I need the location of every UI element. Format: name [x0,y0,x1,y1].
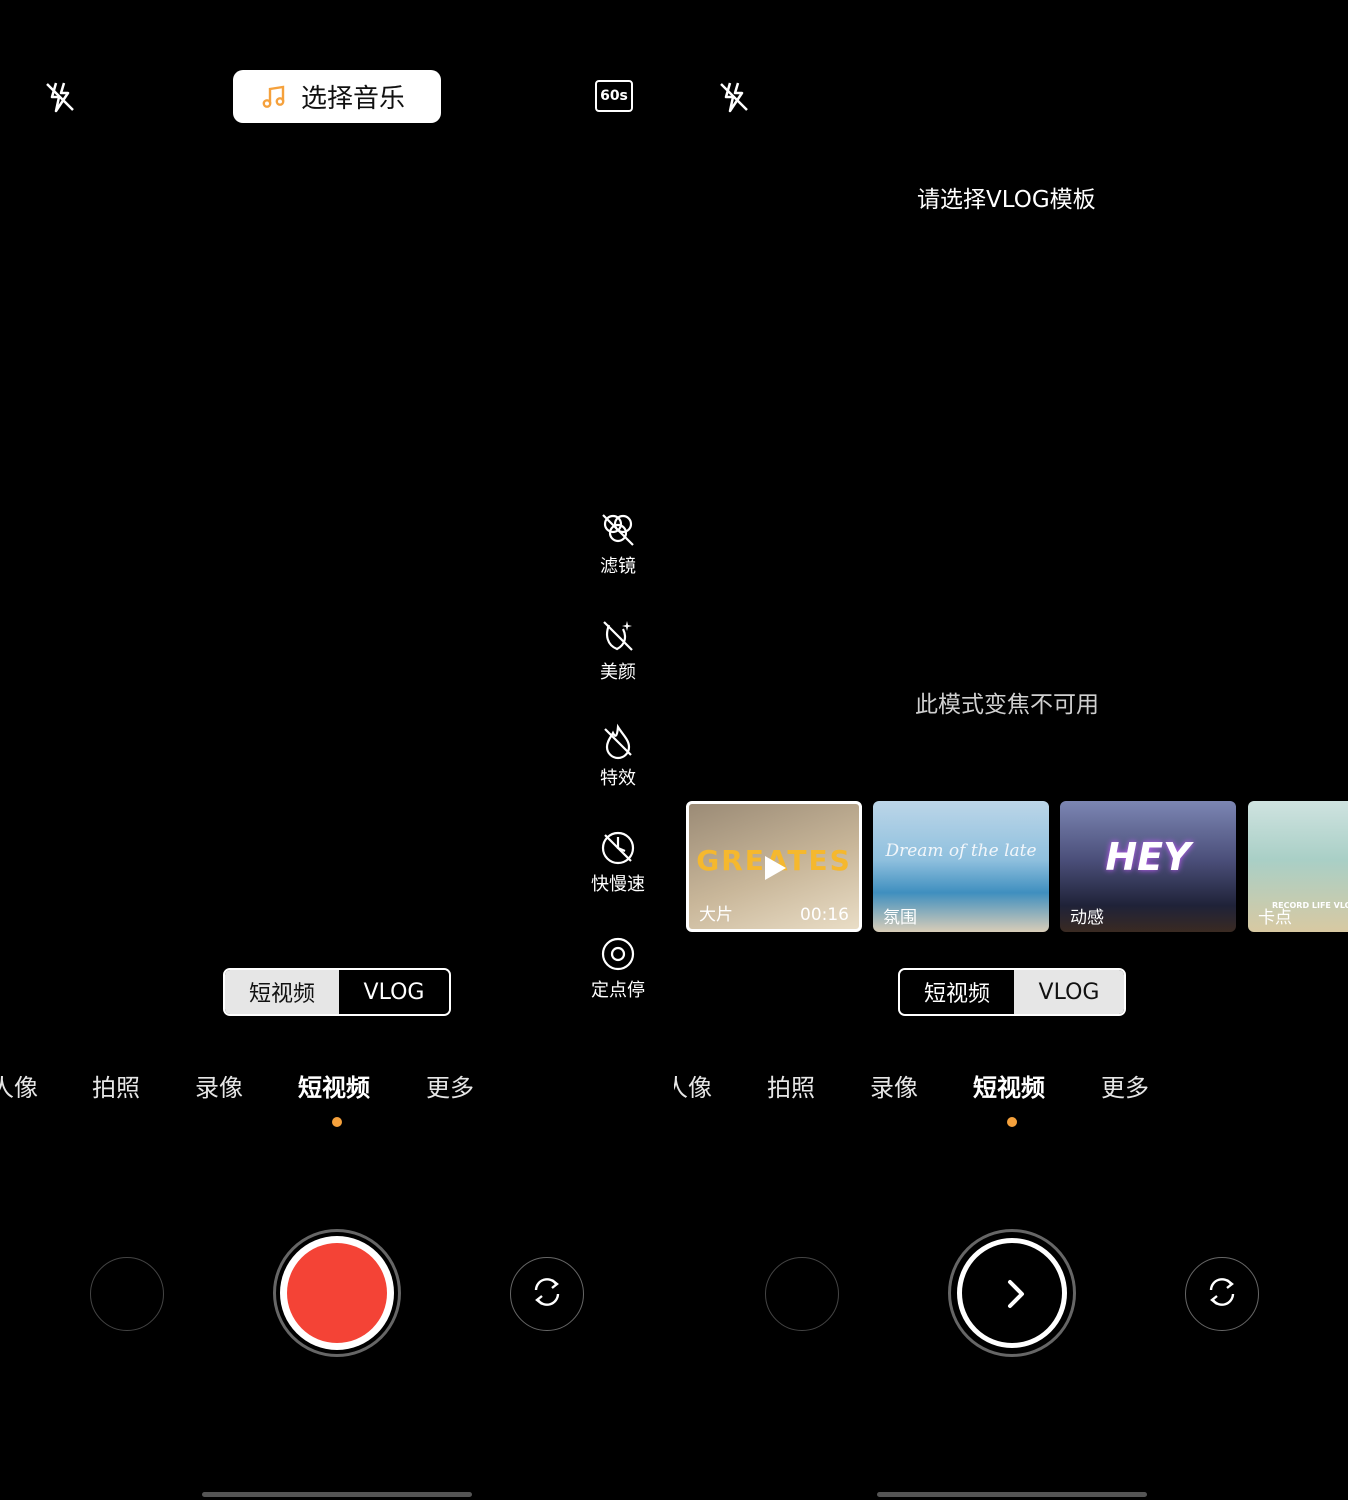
template-title: HEY [1105,835,1191,879]
switch-camera-button[interactable] [510,1257,584,1331]
play-icon [762,854,788,886]
switch-camera-icon [528,1273,566,1315]
mode-photo[interactable]: 拍照 [767,1068,815,1103]
music-note-icon [261,84,287,110]
stop-point-label: 定点停 [591,980,645,1001]
next-button[interactable] [948,1229,1076,1357]
short-video-camera-screen: 选择音乐 60s 滤镜 美颜 特效 快慢速 定点停 短视频 VLOG 人像 拍照… [0,0,674,1500]
template-prompt: 请选择VLOG模板 [917,187,1096,213]
home-indicator [877,1492,1147,1497]
home-indicator [202,1492,472,1497]
mode-more[interactable]: 更多 [1101,1068,1149,1103]
video-type-switch: 短视频 VLOG [898,968,1126,1016]
speed-icon [582,828,654,868]
flash-off-icon[interactable] [709,72,759,122]
mode-portrait[interactable]: 人像 [0,1068,38,1103]
video-type-switch: 短视频 VLOG [223,968,451,1016]
mode-photo[interactable]: 拍照 [92,1068,140,1103]
gallery-thumbnail[interactable] [765,1257,839,1331]
stop-point-button[interactable]: 定点停 [582,934,654,1002]
template-card-dapian[interactable]: GREATES 大片 00:16 [686,801,862,932]
camera-mode-bar: 人像 拍照 录像 短视频 更多 [674,1068,1348,1108]
mode-portrait[interactable]: 人像 [674,1068,712,1103]
mode-video[interactable]: 录像 [870,1068,918,1103]
short-video-option[interactable]: 短视频 [900,970,1014,1014]
vlog-option[interactable]: VLOG [339,970,449,1014]
zoom-unavailable-notice: 此模式变焦不可用 [915,692,1099,718]
template-label: 卡点 [1258,908,1292,928]
timer-60s-button[interactable]: 60s [595,80,633,112]
vlog-camera-screen: 请选择VLOG模板 此模式变焦不可用 GREATES 大片 00:16 Drea… [674,0,1348,1500]
template-label: 动感 [1070,908,1104,928]
flash-off-icon[interactable] [35,72,85,122]
active-mode-indicator [332,1117,342,1127]
beauty-label: 美颜 [600,662,636,683]
active-mode-indicator [1007,1117,1017,1127]
beauty-icon [582,616,654,656]
select-music-label: 选择音乐 [301,84,406,114]
record-dot [287,1243,387,1343]
filter-button[interactable]: 滤镜 [582,510,654,578]
vlog-option[interactable]: VLOG [1014,970,1124,1014]
stop-point-icon [582,934,654,974]
select-music-button[interactable]: 选择音乐 [233,70,441,123]
filter-icon [582,510,654,550]
camera-mode-bar: 人像 拍照 录像 短视频 更多 [0,1068,674,1108]
mode-short-video[interactable]: 短视频 [298,1068,370,1103]
template-duration: 00:16 [800,905,849,925]
template-label: 大片 [699,905,733,925]
short-video-option[interactable]: 短视频 [225,970,339,1014]
chevron-right-icon [1000,1278,1030,1314]
filter-label: 滤镜 [600,556,636,577]
template-title: Dream of the late [885,841,1037,861]
switch-camera-button[interactable] [1185,1257,1259,1331]
effects-icon [582,722,654,762]
template-card-fenwei[interactable]: Dream of the late 氛围 [873,801,1049,932]
beauty-button[interactable]: 美颜 [582,616,654,684]
effects-button[interactable]: 特效 [582,722,654,790]
mode-short-video[interactable]: 短视频 [973,1068,1045,1103]
mode-video[interactable]: 录像 [195,1068,243,1103]
template-card-donggan[interactable]: HEY 动感 [1060,801,1236,932]
speed-label: 快慢速 [591,874,645,895]
switch-camera-icon [1203,1273,1241,1315]
effects-label: 特效 [600,768,636,789]
speed-button[interactable]: 快慢速 [582,828,654,896]
gallery-thumbnail[interactable] [90,1257,164,1331]
mode-more[interactable]: 更多 [426,1068,474,1103]
template-card-kadian[interactable]: RECORD LIFE VLOG 卡点 [1248,801,1348,932]
template-label: 氛围 [883,908,917,928]
record-button[interactable] [273,1229,401,1357]
timer-label: 60s [600,88,628,104]
